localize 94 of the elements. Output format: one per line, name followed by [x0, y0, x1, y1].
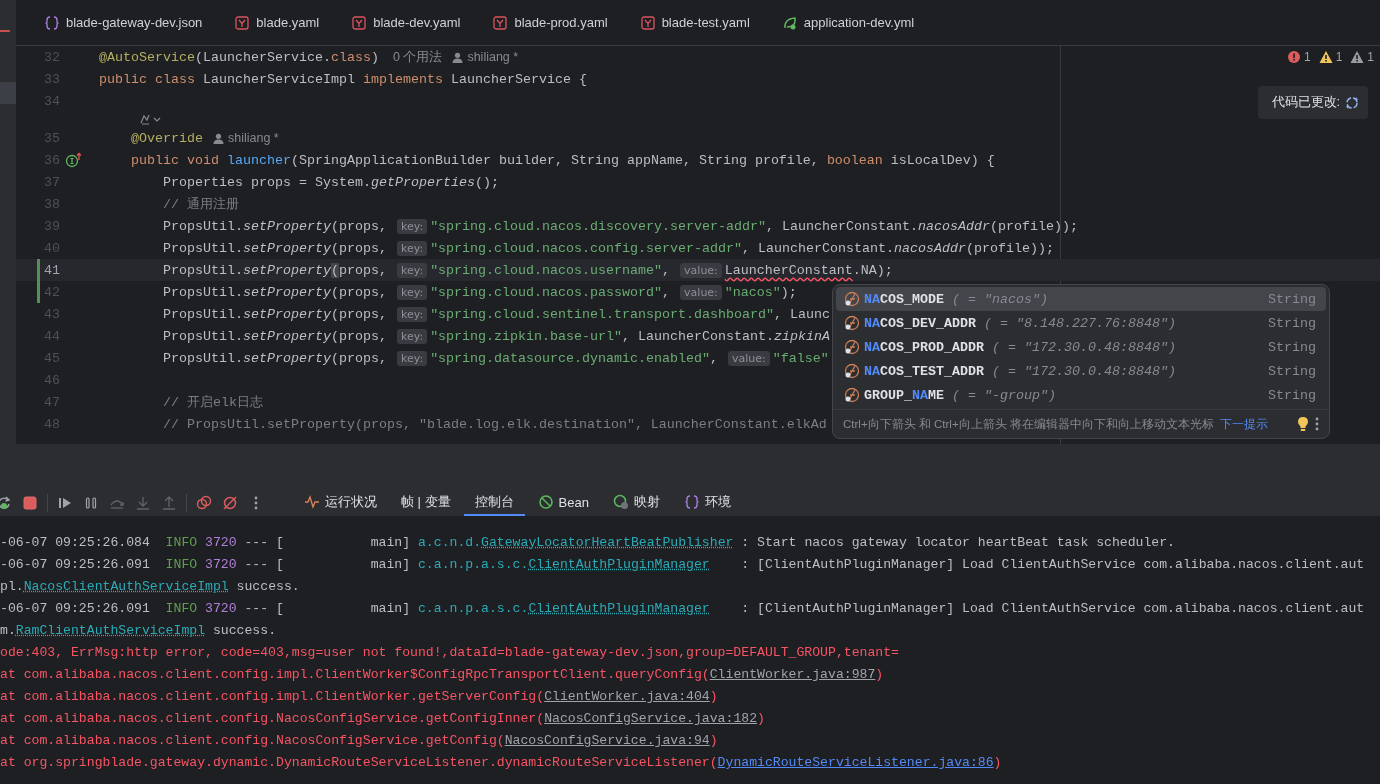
debug-tab[interactable]: 控制台 — [463, 490, 525, 516]
link[interactable]: ClientAuthPluginManager — [528, 601, 710, 616]
rerun-icon[interactable] — [0, 495, 12, 511]
stop-icon[interactable] — [22, 495, 38, 511]
leaf-icon — [781, 14, 798, 31]
completion-item[interactable]: NACOS_PROD_ADDR ( = "172.30.0.48:8848") String — [836, 335, 1326, 359]
editor-tab[interactable]: blade-test.yaml — [623, 0, 766, 46]
field-icon — [844, 387, 860, 403]
code-line: public class LauncherServiceImpl implements LauncherService { — [99, 71, 587, 87]
link[interactable]: ClientWorker.java:404 — [544, 689, 710, 704]
pause-icon[interactable] — [83, 495, 99, 511]
implementation-icon[interactable] — [65, 152, 83, 168]
debug-tab[interactable]: 运行状况 — [293, 490, 388, 516]
log-line: -06-07 09:25:26.091 INFO 3720 --- [ main] c.a.n.p.a.s.c.ClientAuthPluginManager : [ClientAuthPluginManager] Load ClientAuthService com.alibaba.nacos.client.aut — [0, 556, 1366, 574]
link[interactable]: RamClientAuthServiceImpl — [15, 623, 206, 638]
code-line: PropsUtil.setProperty(props, key: "spring.cloud.nacos.username", value: LauncherConstant.NA); — [162, 262, 893, 278]
field-icon — [844, 363, 860, 379]
log-line: at com.alibaba.nacos.client.config.impl.ClientWorker.getServerConfig(ClientWorker.java:404) — [0, 688, 719, 706]
code-line: @Override — [130, 130, 203, 146]
log-line: ode:403, ErrMsg:http error, code=403,msg=user not found!,dataId=blade-gateway-dev.json,group=DEFAULT_GROUP,tenant= — [0, 644, 900, 662]
completion-item[interactable]: NACOS_DEV_ADDR ( = "8.148.227.76:8848") String — [836, 311, 1326, 335]
next-tip-link[interactable]: 下一提示 — [1219, 416, 1268, 432]
link[interactable]: NacosClientAuthServiceImpl — [23, 579, 229, 594]
log-line: m.RamClientAuthServiceImpl success. — [0, 622, 278, 640]
code-line: // 通用注册 — [162, 196, 239, 213]
line-number: 41 — [43, 262, 60, 278]
link[interactable]: NacosConfigService.java:94 — [504, 733, 710, 748]
field-icon — [844, 315, 860, 331]
author-hint: shiliang * — [467, 50, 519, 64]
breakpoints-icon[interactable] — [196, 495, 212, 511]
problem-count: 1 — [1335, 50, 1343, 64]
inlay-hints-icon[interactable] — [139, 113, 161, 126]
sync-icon[interactable] — [1344, 94, 1360, 111]
link[interactable]: DynamicRouteServiceListener.java:86 — [717, 755, 994, 770]
code-line: // PropsUtil.setProperty(props, "blade.log.elk.destination", LauncherConstant.elkAd — [162, 416, 827, 432]
yaml-file-icon — [492, 14, 509, 31]
person-icon — [452, 51, 464, 63]
person-icon — [213, 132, 224, 144]
yaml-file-icon — [234, 14, 251, 31]
log-line: at com.alibaba.nacos.client.config.NacosConfigService.getConfigInner(NacosConfigService.java:182) — [0, 710, 766, 728]
code-line: // 开启elk日志 — [162, 394, 263, 411]
debug-tab[interactable]: 映射 — [602, 490, 671, 516]
code-line: Properties props = System.getProperties(); — [162, 174, 499, 190]
warning-icon — [1318, 50, 1333, 64]
error-icon — [1286, 50, 1301, 64]
usage-hint[interactable]: 0 个用法 — [392, 48, 443, 66]
completion-item[interactable]: NACOS_MODE ( = "nacos") String — [836, 287, 1326, 311]
completion-item[interactable]: GROUP_NAME ( = "-group") String — [836, 383, 1326, 407]
code-line: PropsUtil.setProperty(props, key: "spring.cloud.nacos.config.server-addr", LauncherConstant.nacosAddr(profile)); — [162, 240, 1054, 256]
pulse-icon — [304, 494, 320, 510]
code-line: public void launcher(SpringApplicationBuilder builder, String appName, String profile, boolean isLocalDev) { — [130, 152, 995, 168]
lightbulb-icon[interactable] — [1297, 416, 1309, 432]
hint-text: Ctrl+向下箭头 和 Ctrl+向上箭头 将在编辑器中向下和向上移动文本光标 — [843, 416, 1214, 432]
error-stripe-mark — [0, 30, 10, 32]
code-line: PropsUtil.setProperty(props, key: "spring.cloud.nacos.discovery.server-addr", LauncherConstant.nacosAddr(profile)); — [162, 218, 1078, 234]
bean-icon — [537, 494, 554, 510]
link[interactable]: ClientWorker.java:987 — [709, 667, 876, 682]
debug-tab[interactable]: 环境 — [673, 490, 742, 516]
code-line: PropsUtil.setProperty(props, key: "spring.cloud.sentinel.transport.dashboard", Launc — [162, 306, 831, 322]
weak-warning-icon — [1350, 50, 1365, 64]
mute-breakpoints-icon[interactable] — [222, 495, 238, 511]
more-icon[interactable] — [1315, 417, 1319, 431]
code-line: PropsUtil.setProperty(props, key: "spring.datasource.dynamic.enabled", value: "false" — [162, 350, 829, 366]
problem-count: 1 — [1367, 50, 1374, 64]
completion-item[interactable]: NACOS_TEST_ADDR ( = "172.30.0.48:8848") String — [836, 359, 1326, 383]
editor-tab[interactable]: blade.yaml — [218, 0, 336, 46]
link[interactable]: GatewayLocatorHeartBeatPublisher — [481, 535, 734, 550]
link[interactable]: NacosConfigService.java:182 — [544, 711, 758, 726]
editor-tab[interactable]: blade-prod.yaml — [476, 0, 624, 46]
debug-tab[interactable]: Bean — [526, 490, 600, 516]
code-line: PropsUtil.setProperty(props, key: "spring.zipkin.base-url", LauncherConstant.zipkinA — [162, 328, 831, 344]
code-line: @AutoService(LauncherService.class) — [99, 49, 379, 65]
braces-icon — [44, 14, 60, 31]
log-line: -06-07 09:25:26.091 INFO 3720 --- [ main] c.a.n.p.a.s.c.ClientAuthPluginManager : [ClientAuthPluginManager] Load ClientAuthService com.alibaba.nacos.client.aut — [0, 600, 1366, 618]
resume-icon[interactable] — [57, 495, 73, 511]
yaml-file-icon — [351, 14, 368, 31]
log-line: at com.alibaba.nacos.client.config.NacosConfigService.getConfig(NacosConfigService.java:94) — [0, 732, 719, 750]
editor-tab[interactable]: blade-gateway-dev.json — [28, 0, 219, 46]
debug-tab[interactable]: 帧 | 变量 — [390, 490, 462, 516]
braces-icon — [684, 494, 700, 510]
log-line: at com.alibaba.nacos.client.config.impl.ClientWorker$ConfigRpcTransportClient.queryConfig(ClientWorker.java:987) — [0, 666, 885, 684]
yaml-file-icon — [639, 14, 656, 31]
problem-count: 1 — [1303, 50, 1311, 64]
editor-tab[interactable]: blade-dev.yaml — [335, 0, 477, 46]
log-line: at org.springblade.gateway.dynamic.DynamicRouteServiceListener.dynamicRouteServiceListener(DynamicRouteServiceListener.java:86) — [0, 754, 1003, 772]
notification-text: 代码已更改: — [1271, 94, 1340, 111]
field-icon — [844, 339, 860, 355]
field-icon — [844, 291, 860, 307]
log-line: -06-07 09:25:26.084 INFO 3720 --- [ main] a.c.n.d.GatewayLocatorHeartBeatPublisher : Start nacos gateway locator heartBeat task scheduler. — [0, 534, 1176, 552]
code-line: PropsUtil.setProperty(props, key: "spring.cloud.nacos.password", value: "nacos"); — [162, 284, 797, 300]
link[interactable]: ClientAuthPluginManager — [528, 557, 710, 572]
log-line: pl.NacosClientAuthServiceImpl success. — [0, 578, 301, 596]
author-hint: shiliang * — [228, 131, 279, 145]
editor-tab[interactable]: application-dev.yml — [765, 0, 931, 46]
